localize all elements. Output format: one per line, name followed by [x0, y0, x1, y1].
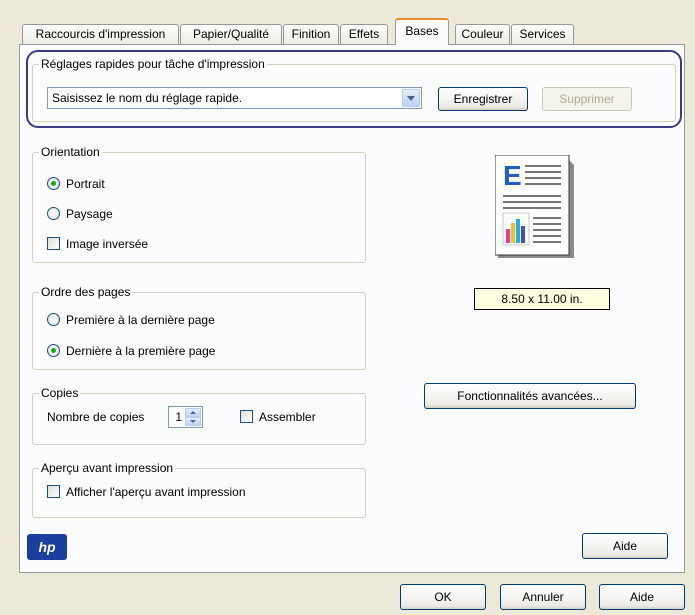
page-preview-icon: E: [494, 154, 575, 261]
ok-button[interactable]: OK: [400, 584, 486, 610]
quick-settings-combo[interactable]: Saisissez le nom du réglage rapide.: [47, 87, 422, 109]
tab-shortcuts[interactable]: Raccourcis d'impression: [22, 24, 179, 44]
last-to-first-radio[interactable]: Dernière à la première page: [47, 342, 215, 360]
tab-services[interactable]: Services: [511, 24, 574, 44]
tab-finishing[interactable]: Finition: [283, 24, 339, 44]
first-to-last-radio[interactable]: Première à la dernière page: [47, 311, 215, 329]
chevron-down-icon[interactable]: [402, 89, 420, 107]
portrait-radio[interactable]: Portrait: [47, 175, 105, 193]
checkbox-icon[interactable]: [240, 410, 253, 423]
arrow-up-icon[interactable]: [185, 408, 201, 417]
mirror-image-checkbox[interactable]: Image inversée: [47, 235, 148, 253]
tab-color[interactable]: Couleur: [455, 24, 510, 44]
stepper-buttons[interactable]: [185, 408, 201, 426]
collate-label: Assembler: [259, 410, 316, 424]
copies-count-label: Nombre de copies: [47, 410, 145, 424]
arrow-down-icon[interactable]: [185, 417, 201, 426]
page-order-legend: Ordre des pages: [39, 284, 133, 300]
advanced-features-button[interactable]: Fonctionnalités avancées...: [424, 383, 636, 409]
tab-paper-quality[interactable]: Papier/Qualité: [180, 24, 282, 44]
tab-strip: Raccourcis d'impression Papier/Qualité F…: [22, 18, 682, 45]
radio-icon[interactable]: [47, 313, 60, 326]
print-preview-legend: Aperçu avant impression: [39, 460, 176, 476]
orientation-legend: Orientation: [39, 144, 102, 160]
help-button[interactable]: Aide: [582, 533, 668, 559]
checkbox-icon[interactable]: [47, 237, 60, 250]
copies-stepper[interactable]: 1: [168, 406, 203, 428]
collate-checkbox[interactable]: Assembler: [240, 408, 316, 426]
tab-basics[interactable]: Bases: [395, 18, 449, 45]
quick-settings-legend: Réglages rapides pour tâche d'impression: [39, 56, 267, 72]
radio-selected-icon[interactable]: [47, 344, 60, 357]
radio-selected-icon[interactable]: [47, 177, 60, 190]
delete-button[interactable]: Supprimer: [542, 87, 632, 111]
copies-legend: Copies: [39, 385, 81, 401]
copies-count-value: 1: [175, 410, 182, 424]
footer-help-button[interactable]: Aide: [599, 584, 685, 610]
show-preview-label: Afficher l'aperçu avant impression: [66, 485, 246, 499]
radio-icon[interactable]: [47, 207, 60, 220]
tab-effects[interactable]: Effets: [340, 24, 388, 44]
svg-text:E: E: [503, 160, 522, 191]
first-to-last-label: Première à la dernière page: [66, 313, 215, 327]
last-to-first-label: Dernière à la première page: [66, 344, 216, 358]
landscape-label: Paysage: [66, 207, 113, 221]
portrait-label: Portrait: [66, 177, 105, 191]
paper-size-label: 8.50 x 11.00 in.: [474, 288, 610, 310]
mirror-image-label: Image inversée: [66, 237, 149, 251]
checkbox-icon[interactable]: [47, 485, 60, 498]
show-preview-checkbox[interactable]: Afficher l'aperçu avant impression: [47, 483, 246, 501]
cancel-button[interactable]: Annuler: [500, 584, 586, 610]
landscape-radio[interactable]: Paysage: [47, 205, 113, 223]
quick-settings-combo-value: Saisissez le nom du réglage rapide.: [52, 91, 243, 105]
hp-logo: hp: [27, 534, 67, 560]
save-button[interactable]: Enregistrer: [438, 87, 528, 111]
